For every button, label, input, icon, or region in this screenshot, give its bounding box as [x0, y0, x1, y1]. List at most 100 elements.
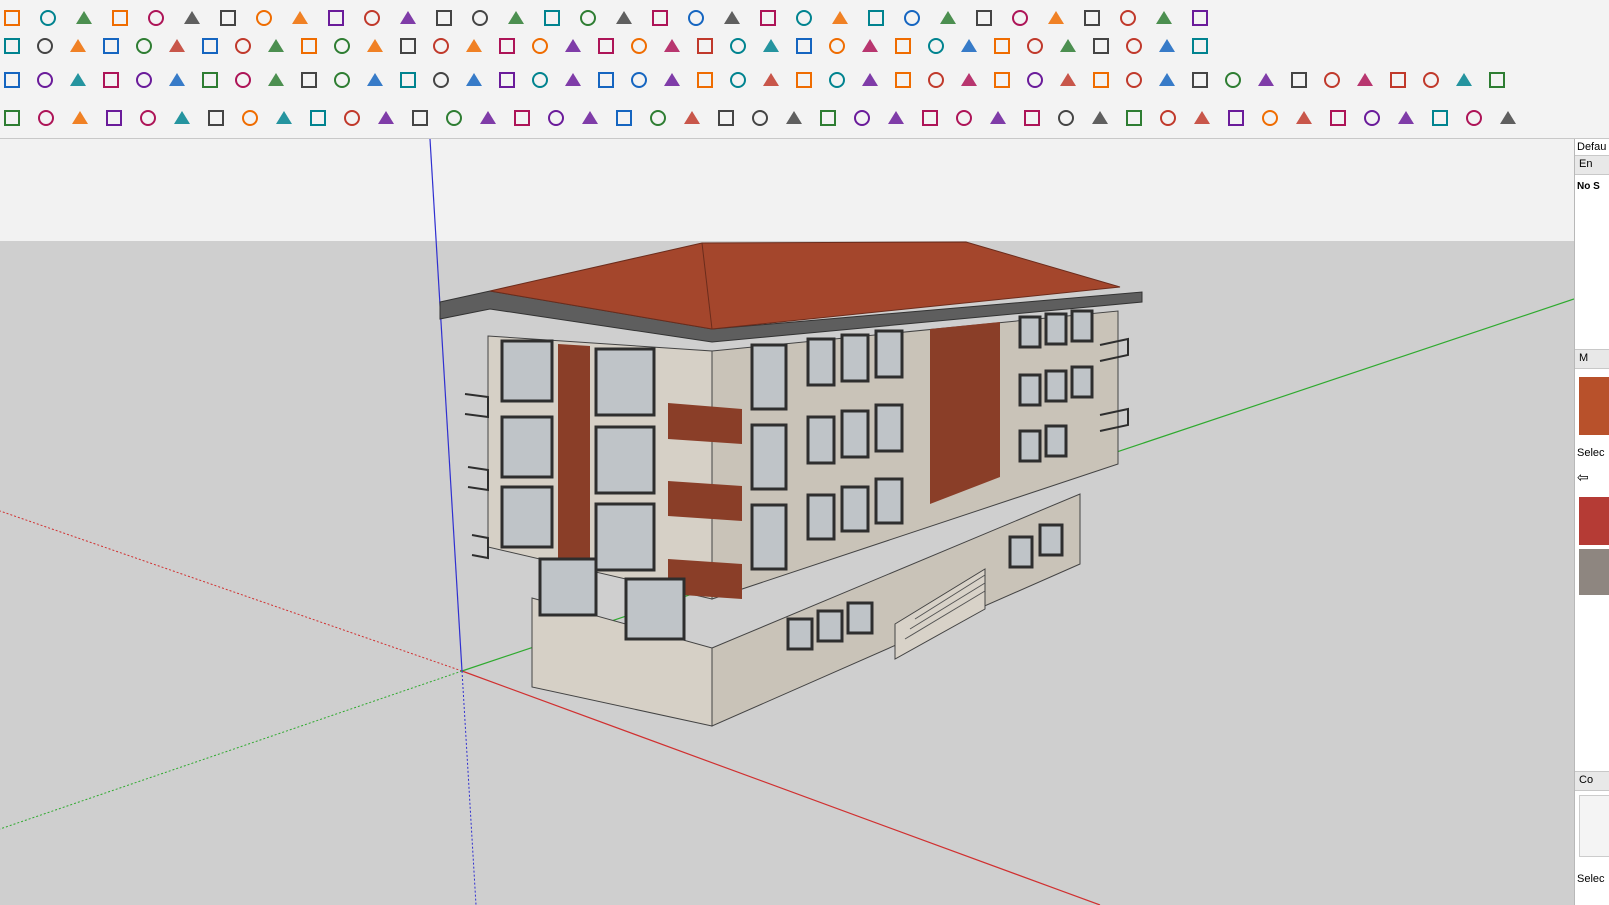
roof-tile-swatch[interactable]: [1579, 377, 1609, 435]
hatch-icon[interactable]: [924, 34, 948, 58]
rotate-icon[interactable]: [288, 6, 312, 30]
align-sub-icon[interactable]: [918, 106, 942, 130]
scale-icon[interactable]: [1485, 68, 1509, 92]
cross-red-icon[interactable]: [429, 68, 453, 92]
louver-icon[interactable]: [1023, 34, 1047, 58]
bucket-icon[interactable]: [759, 68, 783, 92]
spline-icon[interactable]: [102, 106, 126, 130]
look-around-icon[interactable]: [756, 6, 780, 30]
group-icon[interactable]: [891, 68, 915, 92]
wall-icon[interactable]: [858, 34, 882, 58]
square-red-icon[interactable]: [198, 68, 222, 92]
materials-section[interactable]: M: [1575, 349, 1609, 369]
grid-yellow-icon[interactable]: [1089, 68, 1113, 92]
brush-icon[interactable]: [1452, 68, 1476, 92]
axes-icon[interactable]: [576, 6, 600, 30]
tower-icon[interactable]: [1122, 34, 1146, 58]
stripe-icon[interactable]: [957, 34, 981, 58]
tape-measure-icon[interactable]: [432, 6, 456, 30]
pencil-icon[interactable]: [36, 6, 60, 30]
align-add-icon[interactable]: [884, 106, 908, 130]
circle-icon[interactable]: [306, 106, 330, 130]
layers-icon[interactable]: [1008, 6, 1032, 30]
array-icon[interactable]: [1221, 68, 1245, 92]
zigzag-icon[interactable]: [374, 106, 398, 130]
arc-icon[interactable]: [297, 34, 321, 58]
dimension-icon[interactable]: [468, 6, 492, 30]
box-grid-icon[interactable]: [1088, 106, 1112, 130]
terrain-icon[interactable]: [680, 106, 704, 130]
model-viewport[interactable]: [0, 139, 1574, 905]
eraser-icon[interactable]: [0, 6, 24, 30]
dropdown-arrow-icon[interactable]: [1080, 6, 1104, 30]
zoom-icon[interactable]: [648, 6, 672, 30]
cross-green-icon[interactable]: [462, 68, 486, 92]
red-material-swatch[interactable]: [1579, 497, 1609, 545]
spring-icon[interactable]: [136, 106, 160, 130]
offset-icon[interactable]: [396, 6, 420, 30]
warning-icon[interactable]: [594, 68, 618, 92]
stop-icon[interactable]: [1152, 6, 1176, 30]
dropdown-arrow-icon[interactable]: [72, 6, 96, 30]
frame-icon[interactable]: [1089, 34, 1113, 58]
plane-red-icon[interactable]: [99, 68, 123, 92]
move-icon[interactable]: [324, 6, 348, 30]
extension-icon[interactable]: [864, 6, 888, 30]
plane-yellow-icon[interactable]: [33, 68, 57, 92]
text-icon[interactable]: [540, 6, 564, 30]
protractor-icon[interactable]: [504, 6, 528, 30]
warehouse-icon[interactable]: [828, 6, 852, 30]
checker-icon[interactable]: [1360, 106, 1384, 130]
drop-icon[interactable]: [561, 68, 585, 92]
styles-icon[interactable]: [936, 6, 960, 30]
plus-square-icon[interactable]: [782, 106, 806, 130]
corner-icon[interactable]: [330, 34, 354, 58]
clip-icon[interactable]: [363, 68, 387, 92]
puzzle-icon[interactable]: [825, 68, 849, 92]
line-add-icon[interactable]: [986, 106, 1010, 130]
minus-square-icon[interactable]: [816, 106, 840, 130]
stack-icon[interactable]: [231, 68, 255, 92]
cloud-icon[interactable]: [1326, 106, 1350, 130]
sun-icon[interactable]: [957, 68, 981, 92]
tag-icon[interactable]: [1428, 106, 1452, 130]
arc-green-icon[interactable]: [238, 106, 262, 130]
line-tool-icon[interactable]: [0, 34, 24, 58]
gear-icon[interactable]: [99, 34, 123, 58]
paint-icon[interactable]: [108, 6, 132, 30]
terrain-2-icon[interactable]: [714, 106, 738, 130]
point-icon[interactable]: [396, 68, 420, 92]
refresh-icon[interactable]: [693, 68, 717, 92]
rectangle-icon[interactable]: [272, 106, 296, 130]
cross-blue-icon[interactable]: [495, 68, 519, 92]
grid-orange-2-icon[interactable]: [1122, 68, 1146, 92]
hierarchy-icon[interactable]: [1462, 106, 1486, 130]
compass-icon[interactable]: [726, 68, 750, 92]
shape-blue-icon[interactable]: [1419, 68, 1443, 92]
box-outline-icon[interactable]: [1054, 106, 1078, 130]
mesh-icon[interactable]: [1155, 34, 1179, 58]
grid-icon[interactable]: [561, 34, 585, 58]
line-h-icon[interactable]: [952, 106, 976, 130]
components-section[interactable]: Co: [1575, 771, 1609, 791]
angle-icon[interactable]: [363, 34, 387, 58]
pipe-icon[interactable]: [396, 34, 420, 58]
follow-me-icon[interactable]: [252, 6, 276, 30]
pyramid-icon[interactable]: [1353, 68, 1377, 92]
dropdown-arrow-icon[interactable]: [144, 6, 168, 30]
frame-blue-icon[interactable]: [1023, 68, 1047, 92]
plane-green-icon[interactable]: [66, 68, 90, 92]
walk-icon[interactable]: [720, 6, 744, 30]
polygon-icon[interactable]: [34, 106, 58, 130]
flag-icon[interactable]: [264, 68, 288, 92]
bend-icon[interactable]: [165, 34, 189, 58]
back-arrow-icon[interactable]: ⇦: [1577, 469, 1589, 486]
explode-icon[interactable]: [924, 68, 948, 92]
hand-icon[interactable]: [594, 34, 618, 58]
loop-orange-icon[interactable]: [660, 68, 684, 92]
roof-icon[interactable]: [462, 34, 486, 58]
column-icon[interactable]: [528, 34, 552, 58]
plane-white-icon[interactable]: [132, 68, 156, 92]
chest-icon[interactable]: [297, 68, 321, 92]
line-sub-icon[interactable]: [1020, 106, 1044, 130]
